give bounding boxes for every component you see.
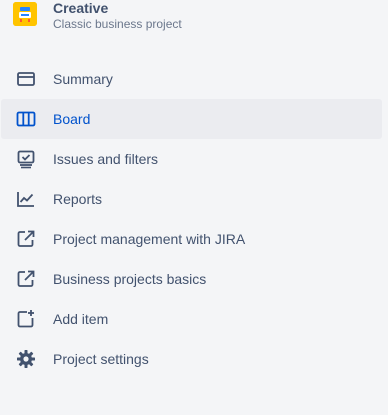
reports-icon — [15, 188, 37, 210]
project-avatar-icon[interactable] — [13, 2, 37, 26]
sidebar-item-project-management-with-jira[interactable]: Project management with JIRA — [1, 219, 382, 259]
sidebar-item-label: Board — [53, 111, 91, 127]
add-item-icon — [15, 308, 37, 330]
external-link-icon — [15, 268, 37, 290]
project-type: Classic business project — [53, 17, 182, 31]
sidebar-item-label: Issues and filters — [53, 151, 159, 167]
summary-icon — [15, 68, 37, 90]
sidebar-item-project-settings[interactable]: Project settings — [1, 339, 382, 379]
sidebar-item-label: Add item — [53, 311, 109, 327]
sidebar-item-label: Reports — [53, 191, 103, 207]
project-sidebar-nav: Summary Board Issues and filters Reports… — [0, 59, 382, 379]
sidebar-item-label: Business projects basics — [53, 271, 207, 287]
sidebar-item-label: Summary — [53, 71, 113, 87]
gear-icon — [15, 348, 37, 370]
sidebar-item-summary[interactable]: Summary — [1, 59, 382, 99]
sidebar-item-label: Project settings — [53, 351, 149, 367]
sidebar-item-add-item[interactable]: Add item — [1, 299, 382, 339]
external-link-icon — [15, 228, 37, 250]
issues-icon — [15, 148, 37, 170]
project-name[interactable]: Creative — [53, 0, 182, 16]
project-header: Creative Classic business project — [13, 0, 383, 36]
sidebar-item-issues-and-filters[interactable]: Issues and filters — [1, 139, 382, 179]
sidebar-item-reports[interactable]: Reports — [1, 179, 382, 219]
sidebar-item-label: Project management with JIRA — [53, 231, 246, 247]
board-icon — [15, 108, 37, 130]
sidebar-item-business-projects-basics[interactable]: Business projects basics — [1, 259, 382, 299]
sidebar-item-board[interactable]: Board — [1, 99, 382, 139]
